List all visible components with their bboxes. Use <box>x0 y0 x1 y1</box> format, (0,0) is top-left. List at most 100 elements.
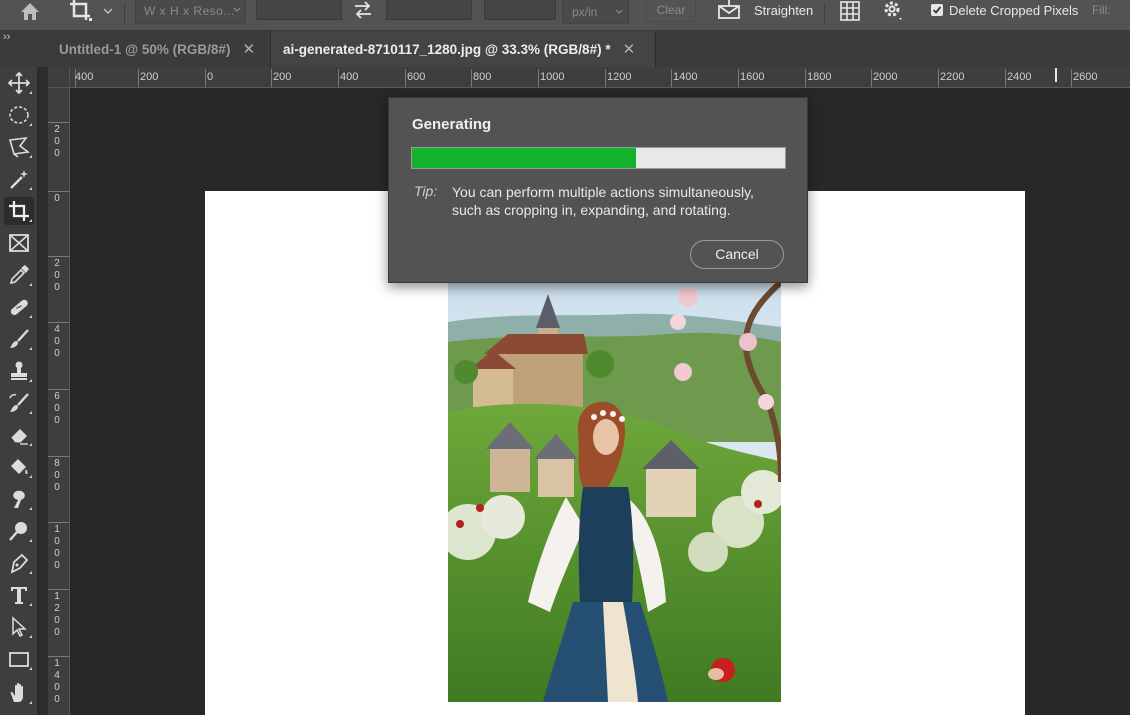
swap-arrows-icon[interactable] <box>352 0 374 20</box>
ellipse-marquee-icon <box>9 106 29 124</box>
chevron-down-icon <box>233 7 241 12</box>
straighten-label[interactable]: Straighten <box>754 3 813 18</box>
marquee-tool[interactable] <box>4 101 34 129</box>
healing-tool[interactable] <box>4 293 34 321</box>
ruler-label: 400 <box>340 71 359 83</box>
delete-cropped-label[interactable]: Delete Cropped Pixels <box>949 3 1078 18</box>
resolution-input[interactable] <box>484 0 556 20</box>
ruler-label: 2400 <box>1007 71 1032 83</box>
clear-button[interactable]: Clear <box>646 0 696 22</box>
chevron-down-icon[interactable] <box>102 4 114 18</box>
rectangle-tool[interactable] <box>4 645 34 673</box>
cursor-position-marker <box>1055 68 1057 82</box>
ruler-label: 1200 <box>54 591 60 638</box>
units-label: px/in <box>572 5 598 19</box>
options-bar: W x H x Reso... px/in Clear Straighten D… <box>0 0 1130 31</box>
ruler-label: 1800 <box>807 71 832 83</box>
tip-text: You can perform multiple actions simulta… <box>452 184 754 218</box>
history-brush-icon <box>9 393 29 412</box>
crop-icon <box>9 201 29 221</box>
stamp-tool[interactable] <box>4 357 34 385</box>
ruler-label: 1400 <box>673 71 698 83</box>
ruler-origin[interactable] <box>48 67 70 88</box>
frame-icon <box>9 234 29 252</box>
frame-tool[interactable] <box>4 229 34 257</box>
ruler-label: 0 <box>207 71 214 83</box>
ruler-label: 800 <box>473 71 492 83</box>
ruler-label: 600 <box>54 391 60 426</box>
eyedropper-icon <box>9 265 29 285</box>
eyedropper-tool[interactable] <box>4 261 34 289</box>
divider <box>824 3 825 25</box>
bandage-icon <box>10 299 28 316</box>
close-icon[interactable]: ✕ <box>623 40 636 58</box>
progress-bar-fill <box>412 148 636 168</box>
ruler-label: 1200 <box>607 71 632 83</box>
height-input[interactable] <box>386 0 472 20</box>
ruler-label: 1600 <box>740 71 765 83</box>
crop-icon[interactable] <box>66 0 96 24</box>
dialog-title: Generating <box>412 116 492 133</box>
type-icon <box>11 587 27 604</box>
tools-panel <box>0 67 38 715</box>
tip-label: Tip: <box>414 183 438 199</box>
document-image[interactable] <box>448 282 781 702</box>
horizontal-ruler[interactable]: 400 200 0 200 400 600 800 1000 1200 1400… <box>70 67 1130 88</box>
close-icon[interactable]: ✕ <box>242 40 255 58</box>
magic-wand-icon <box>10 170 28 189</box>
tab-untitled-1[interactable]: Untitled-1 @ 50% (RGB/8#) ✕ <box>47 31 271 67</box>
home-icon[interactable] <box>18 0 42 24</box>
ruler-label: 0 <box>54 193 60 204</box>
ratio-preset-dropdown[interactable]: W x H x Reso... <box>135 0 246 24</box>
path-selection-tool[interactable] <box>4 613 34 641</box>
cancel-button[interactable]: Cancel <box>690 240 784 269</box>
checkmark-icon <box>932 6 942 14</box>
paint-bucket-tool[interactable] <box>4 453 34 481</box>
ruler-label: 200 <box>273 71 292 83</box>
ruler-label: 1000 <box>54 524 60 571</box>
crop-tool[interactable] <box>4 197 34 225</box>
dodge-icon <box>9 522 27 541</box>
smudge-tool[interactable] <box>4 485 34 513</box>
hand-icon <box>10 682 23 702</box>
photoshop-window: W x H x Reso... px/in Clear Straighten D… <box>0 0 1130 715</box>
type-tool[interactable] <box>4 581 34 609</box>
rectangle-icon <box>9 652 29 667</box>
brush-icon <box>10 329 29 348</box>
width-input[interactable] <box>256 0 342 20</box>
move-icon <box>8 72 30 94</box>
ruler-label: 1000 <box>540 71 565 83</box>
tab-label: ai-generated-8710117_1280.jpg @ 33.3% (R… <box>283 41 611 57</box>
progress-bar <box>411 147 786 169</box>
ruler-label: 2000 <box>873 71 898 83</box>
lasso-tool[interactable] <box>4 133 34 161</box>
ruler-label: 400 <box>54 324 60 359</box>
delete-cropped-checkbox[interactable] <box>931 4 943 16</box>
tab-label: Untitled-1 @ 50% (RGB/8#) <box>59 41 231 57</box>
chevron-down-icon <box>615 9 623 14</box>
pen-icon <box>10 553 29 574</box>
magic-wand-tool[interactable] <box>4 165 34 193</box>
ruler-label: 400 <box>75 71 94 83</box>
vertical-ruler[interactable]: 200 0 200 400 600 800 1000 1200 1400 <box>48 88 70 715</box>
expand-panels-icon[interactable]: ›› <box>3 31 10 43</box>
dodge-tool[interactable] <box>4 517 34 545</box>
divider <box>124 3 125 25</box>
straighten-icon[interactable] <box>716 0 742 20</box>
ruler-label: 2600 <box>1073 71 1098 83</box>
brush-tool[interactable] <box>4 325 34 353</box>
history-brush-tool[interactable] <box>4 389 34 417</box>
gear-icon[interactable] <box>881 0 905 22</box>
move-tool[interactable] <box>4 69 34 97</box>
grid-overlay-icon[interactable] <box>839 0 861 22</box>
panel-gutter <box>38 67 48 715</box>
pen-tool[interactable] <box>4 549 34 577</box>
tab-ai-generated-image[interactable]: ai-generated-8710117_1280.jpg @ 33.3% (R… <box>271 31 656 67</box>
hand-tool[interactable] <box>4 679 34 707</box>
eraser-tool[interactable] <box>4 421 34 449</box>
paint-bucket-icon <box>11 459 28 474</box>
stamp-icon <box>11 361 27 380</box>
ruler-label: 200 <box>54 258 60 293</box>
arrow-cursor-icon <box>12 616 27 638</box>
units-dropdown[interactable]: px/in <box>562 0 629 24</box>
